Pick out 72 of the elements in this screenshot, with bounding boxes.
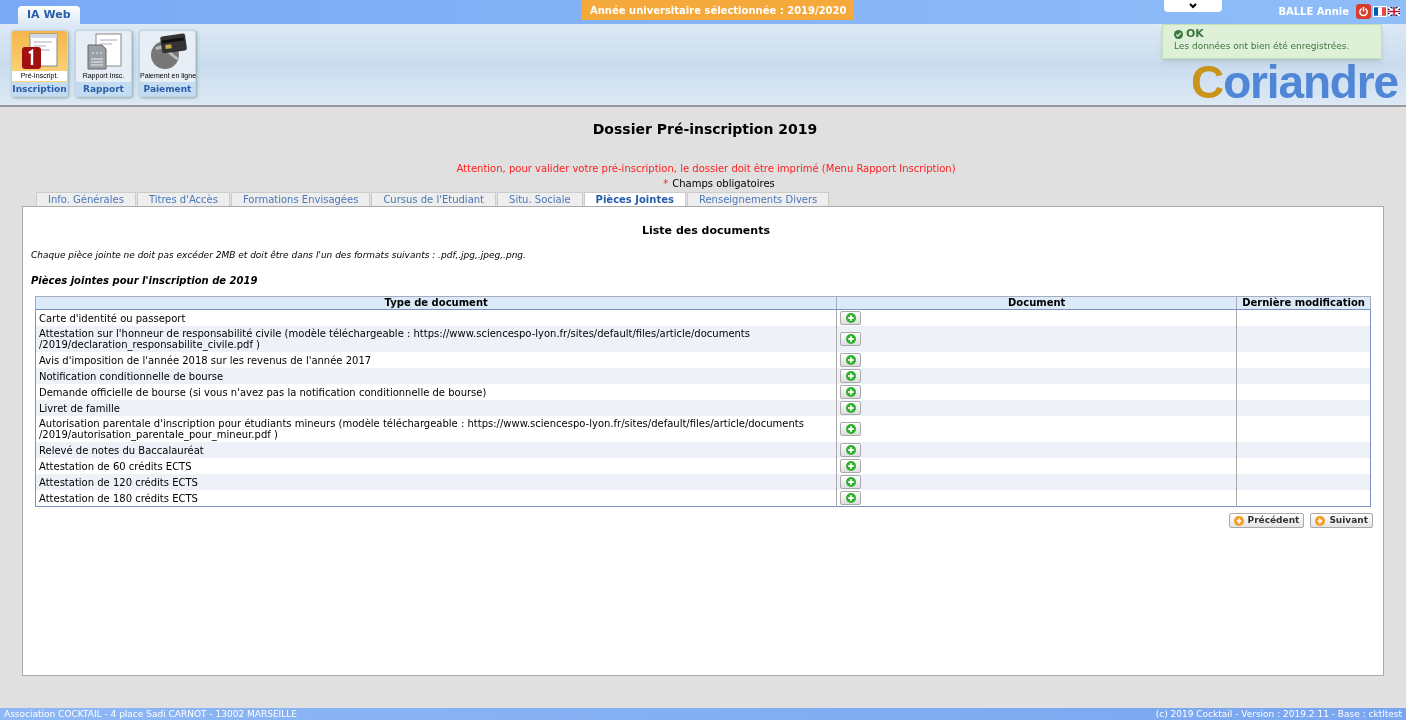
add-button[interactable] — [840, 491, 862, 505]
column-header: Dernière modification — [1236, 296, 1371, 310]
add-button[interactable] — [840, 385, 862, 399]
table-cell: Carte d'identité ou passeport — [39, 312, 186, 324]
toast-message: Les données ont bien été enregistrées. — [1174, 40, 1351, 52]
plus-circle-icon — [845, 424, 856, 434]
add-button[interactable] — [840, 459, 862, 473]
table-cell: Notification conditionnelle de bourse — [39, 370, 224, 382]
power-icon[interactable] — [1356, 4, 1371, 19]
plus-circle-icon — [845, 461, 856, 471]
page-title: Dossier Pré-inscription 2019 — [591, 120, 819, 139]
table-cell: Autorisation parentale d'inscription pour étudiants mineurs (modèle téléchargeable : https://www.sciencespo-lyon.fr/sites/default/files/article/documents /2019/autorisation_parentale_pour_mineur.pdf ) — [39, 418, 804, 440]
plus-circle-icon — [845, 334, 856, 344]
form-document-icon — [19, 31, 60, 71]
form-tab[interactable]: Renseignements Divers — [686, 192, 830, 206]
plus-circle-icon — [845, 445, 856, 455]
add-button[interactable] — [840, 369, 862, 383]
status-right: (c) 2019 Cocktail - Version : 2019.2.11 - Base : cktltest — [1155, 709, 1402, 719]
app-tab[interactable]: IA Web — [18, 6, 80, 24]
add-button[interactable] — [840, 332, 862, 346]
previous-button[interactable]: Précédent — [1228, 513, 1305, 528]
table-cell: Attestation sur l'honneur de responsabilité civile (modèle téléchargeable : https://www.sciencespo-lyon.fr/sites/default/files/article/documents /2019/declaration_responsabilite_civile.pdf ) — [39, 328, 750, 350]
flag-icon[interactable] — [1374, 7, 1386, 16]
column-header: Type de document — [35, 296, 837, 310]
add-button[interactable] — [840, 401, 862, 415]
table-cell: Attestation de 180 crédits ECTS — [39, 492, 198, 504]
year-banner: Année universitaire sélectionnée : 2019/2020 — [582, 0, 855, 20]
form-tab[interactable]: Titres d'Accès — [136, 192, 230, 206]
arrow-circle-icon — [1233, 515, 1244, 526]
form-tab[interactable]: Situ. Sociale — [497, 192, 583, 206]
app-logo: Coriandre — [1191, 59, 1398, 105]
add-button[interactable] — [840, 422, 862, 436]
add-button[interactable] — [840, 311, 862, 325]
group-label: Inscription — [12, 82, 67, 96]
plus-circle-icon — [845, 477, 856, 487]
plus-circle-icon — [845, 403, 856, 413]
add-button[interactable] — [840, 443, 862, 457]
warning-message: Attention, pour valider votre pré-inscription, le dossier doit être imprimé (Menu Rapport Inscription) — [455, 162, 957, 176]
plus-circle-icon — [845, 371, 856, 381]
table-cell: Livret de famille — [39, 402, 120, 414]
plus-circle-icon — [845, 313, 856, 323]
form-tab[interactable]: Cursus de l'Etudiant — [371, 192, 497, 206]
next-button[interactable]: Suivant — [1310, 513, 1373, 528]
form-tab[interactable]: Formations Envisagées — [230, 192, 371, 206]
required-asterisk: * — [663, 177, 669, 191]
add-button[interactable] — [840, 475, 862, 489]
info-text: Chaque pièce jointe ne doit pas excéder 2MB et doit être dans l'un des formats suivants : .pdf,.jpg,.jpeg,.png. — [31, 248, 527, 262]
form-tab[interactable]: Pièces Jointes — [583, 192, 686, 206]
plus-circle-icon — [845, 387, 856, 397]
flag-icon[interactable] — [1388, 7, 1400, 16]
collapse-tab[interactable] — [1164, 0, 1222, 12]
check-circle-icon — [1174, 29, 1183, 39]
plus-circle-icon — [845, 355, 856, 365]
group-label: Rapport — [76, 82, 131, 96]
plus-circle-icon — [845, 493, 856, 503]
form-tab[interactable]: Info. Générales — [36, 192, 136, 206]
toast-title: OK — [1186, 28, 1204, 40]
group-label: Paiement — [140, 82, 195, 96]
add-button[interactable] — [840, 353, 862, 367]
table-cell: Relevé de notes du Baccalauréat — [39, 444, 204, 456]
table-cell: Demande officielle de bourse (si vous n'avez pas la notification conditionnelle de bourse) — [39, 386, 487, 398]
required-note: Champs obligatoires — [672, 177, 775, 191]
table-cell: Attestation de 120 crédits ECTS — [39, 476, 198, 488]
chevron-down-icon — [1189, 3, 1197, 9]
user-name: BALLE Annie — [1278, 5, 1349, 19]
arrow-circle-icon — [1315, 515, 1326, 526]
table-cell: Attestation de 60 crédits ECTS — [39, 460, 192, 472]
section-title: Liste des documents — [641, 223, 771, 239]
section-subtitle: Pièces jointes pour l'inscription de 2019 — [31, 274, 259, 288]
table-cell: Avis d'imposition de l'année 2018 sur les revenus de l'année 2017 — [39, 354, 372, 366]
status-left: Association COCKTAIL - 4 place Sadi CARNOT - 13002 MARSEILLE — [4, 709, 297, 719]
column-header: Document — [836, 296, 1237, 310]
